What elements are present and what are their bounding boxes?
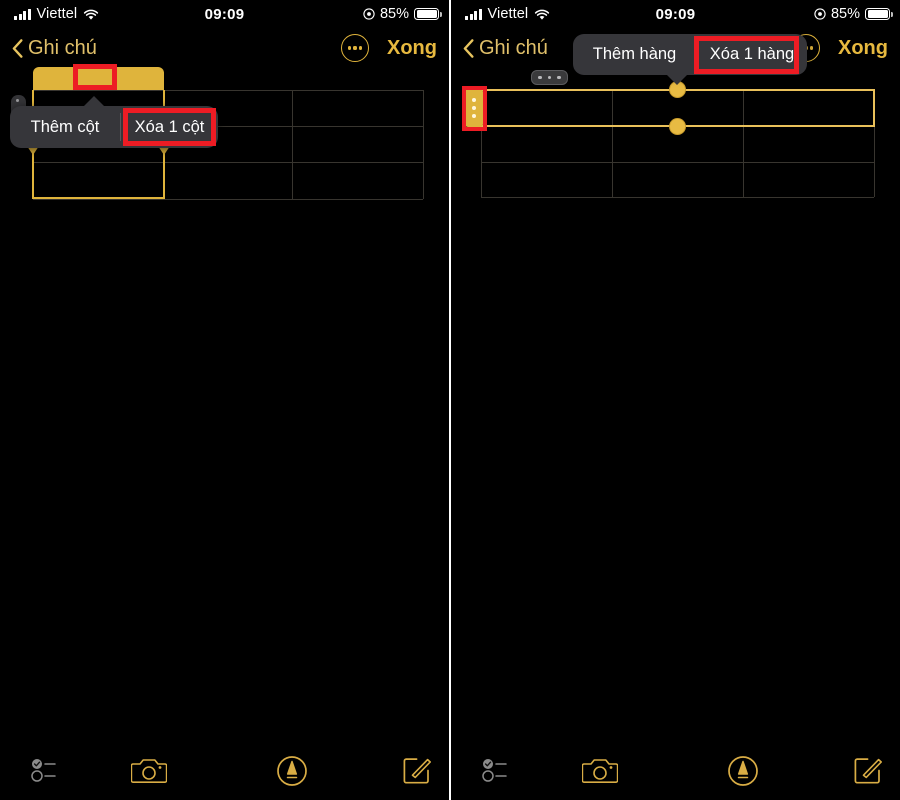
markup-pen-icon (728, 756, 758, 786)
table-context-menu[interactable]: Thêm cột Xóa 1 cột (10, 106, 218, 148)
note-table[interactable] (451, 0, 900, 220)
markup-button[interactable] (270, 750, 314, 792)
checklist-icon (31, 759, 56, 782)
table-context-menu[interactable]: Thêm hàng Xóa 1 hàng (573, 34, 807, 75)
camera-button[interactable] (125, 748, 173, 792)
add-column-menu-item[interactable]: Thêm cột (10, 106, 120, 148)
camera-icon (131, 759, 167, 783)
table-grid-line (423, 90, 424, 199)
row-ellipsis-handle-icon[interactable] (465, 89, 483, 127)
context-menu-arrow (83, 96, 105, 107)
bottom-toolbar (451, 742, 900, 800)
dual-screenshot-stage: Viettel 09:09 85% Ghi chú Xong Thêm cột … (0, 0, 900, 800)
compose-icon (403, 758, 431, 784)
table-grid-line (481, 197, 874, 198)
delete-column-menu-item[interactable]: Xóa 1 cột (121, 106, 218, 148)
phone-screen-left: Viettel 09:09 85% Ghi chú Xong Thêm cột … (0, 0, 449, 800)
table-grid-line (33, 199, 423, 200)
markup-button[interactable] (721, 750, 765, 792)
checklist-button[interactable] (24, 750, 68, 790)
context-menu-arrow (666, 74, 688, 85)
column-ellipsis-handle-icon[interactable] (33, 67, 164, 90)
checklist-icon (482, 759, 507, 782)
markup-pen-icon (277, 756, 307, 786)
checklist-button[interactable] (475, 750, 519, 790)
table-grid-line (292, 90, 293, 199)
compose-icon (854, 758, 882, 784)
row-bottom-resize-handle[interactable] (669, 118, 686, 135)
camera-icon (582, 759, 618, 783)
delete-row-menu-item[interactable]: Xóa 1 hàng (697, 34, 807, 75)
phone-screen-right: Viettel 09:09 85% Ghi chú Xong Thêm hàng… (451, 0, 900, 800)
camera-button[interactable] (576, 748, 624, 792)
table-grid-line (481, 162, 874, 163)
column-ellipsis-handle-icon[interactable] (531, 70, 568, 85)
compose-button[interactable] (847, 750, 889, 790)
compose-button[interactable] (396, 750, 438, 790)
bottom-toolbar (0, 742, 449, 800)
add-row-menu-item[interactable]: Thêm hàng (573, 34, 696, 75)
